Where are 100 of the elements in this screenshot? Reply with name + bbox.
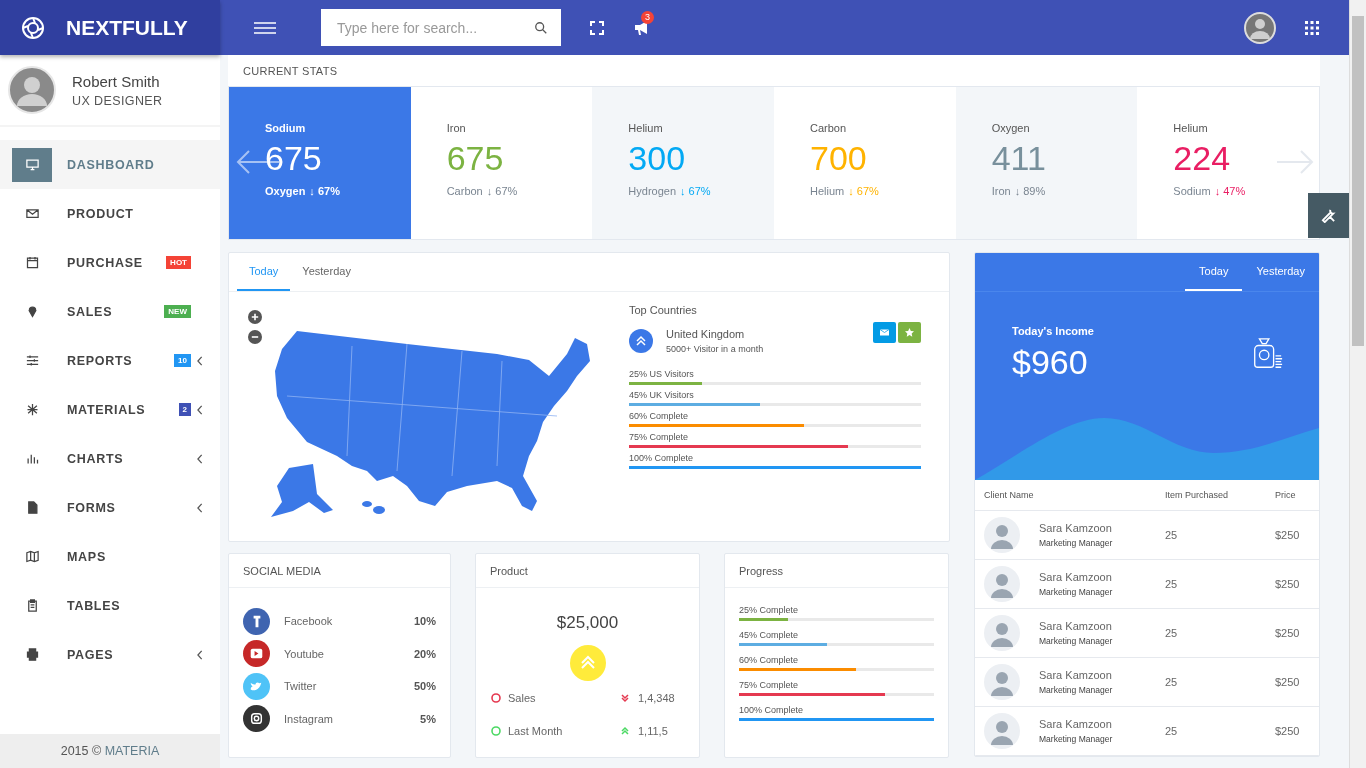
table-cell-text: 25 (1165, 725, 1179, 737)
country-name: United Kingdom (666, 328, 746, 340)
sidebar-item[interactable]: PRODUCT (0, 189, 220, 238)
social-percent: 10% (413, 615, 436, 628)
star-icon (905, 328, 914, 337)
sidebar-item[interactable]: FORMS (0, 483, 220, 532)
stat-card[interactable]: Oxygen 411 Iron ↓ 89% (955, 87, 1138, 239)
client-role: Marketing Manager (1039, 734, 1113, 744)
stat-sub-label: Iron (991, 185, 1011, 197)
search-field[interactable]: Type here for search... (321, 9, 561, 46)
client-name: Sara Kamzoon (1039, 620, 1113, 632)
stat-value: 675 (446, 139, 504, 177)
column-header: Client Name (984, 490, 1035, 500)
printer-icon (24, 647, 40, 662)
table-cell-text: 25 (1165, 529, 1179, 541)
stat-change: ↓ 67% (486, 185, 518, 197)
social-icon (243, 607, 270, 635)
table-cell-text: $250 (1275, 676, 1301, 688)
stat-label: Iron (446, 122, 467, 134)
stat-card[interactable]: Sodium 675 Oxygen ↓ 67% (229, 87, 411, 239)
zoom-in-button[interactable] (248, 310, 262, 324)
client-name: Sara Kamzoon (1039, 522, 1113, 534)
search-icon[interactable] (534, 21, 548, 35)
table-cell-text: $250 (1275, 725, 1301, 737)
stat-card[interactable]: Helium 300 Hydrogen ↓ 67% (592, 87, 774, 239)
copyright-text: 2015 © MATERIA (60, 744, 160, 758)
stat-value: 300 (628, 139, 686, 177)
wrench-icon (1321, 208, 1336, 223)
avatar-icon (984, 713, 1020, 749)
stat-value: 700 (810, 139, 867, 177)
client-name: Sara Kamzoon (1039, 718, 1113, 730)
sidebar-item[interactable]: MATERIALS 2 (0, 385, 220, 434)
social-name: Twitter (284, 680, 318, 693)
stat-label: Carbon (810, 122, 848, 134)
social-percent: 50% (413, 680, 436, 693)
product-value: 1,4,348 (638, 691, 676, 704)
apps-grid-icon[interactable] (1305, 20, 1319, 35)
social-percent: 20% (413, 647, 436, 660)
envelope-icon (880, 328, 889, 337)
zoom-out-button[interactable] (248, 330, 262, 344)
sidebar-item[interactable]: CHARTS (0, 434, 220, 483)
double-chevron-up-icon (629, 329, 653, 353)
product-amount: $25,000 (556, 613, 619, 633)
sidebar-item[interactable]: MAPS (0, 532, 220, 581)
scrollbar-thumb[interactable] (1352, 16, 1364, 346)
card-title: SOCIAL MEDIA (243, 564, 321, 577)
sidebar-item[interactable]: PAGES (0, 630, 220, 679)
tab[interactable]: Today (1185, 253, 1243, 291)
stat-label: Sodium (265, 122, 307, 134)
footer-link[interactable]: MATERIA (104, 744, 160, 758)
menu-icon[interactable] (254, 20, 276, 35)
map-icon (24, 549, 40, 564)
scrollbar[interactable] (1349, 0, 1366, 768)
column-header: Price (1275, 490, 1297, 500)
plus-icon (251, 313, 259, 321)
table-cell-text: $250 (1275, 578, 1301, 590)
sidebar-item[interactable]: TABLES (0, 581, 220, 630)
stat-label: Oxygen (991, 122, 1031, 134)
user-name: Robert Smith (72, 72, 161, 90)
tab[interactable]: Yesterday (290, 253, 363, 291)
sidebar-item[interactable]: PURCHASE HOT (0, 238, 220, 287)
fullscreen-icon[interactable] (590, 20, 604, 35)
double-chevron-down-icon (620, 692, 630, 703)
stat-change: ↓ 67% (848, 185, 879, 197)
product-label: Sales (508, 691, 537, 704)
play-icon (243, 640, 270, 668)
stat-label: Helium (628, 122, 664, 134)
sidebar-item[interactable]: REPORTS 10 (0, 336, 220, 385)
sliders-icon (24, 353, 40, 368)
tools-button[interactable] (1308, 193, 1349, 238)
bird-icon (243, 672, 270, 700)
avatar-icon (984, 566, 1020, 602)
double-chevron-up-icon (620, 725, 630, 736)
client-role: Marketing Manager (1039, 587, 1113, 597)
avatar-icon[interactable] (1244, 11, 1276, 44)
bar-label: 75% Complete (629, 432, 690, 442)
sidebar-item[interactable]: SALES NEW (0, 287, 220, 336)
sidebar-item[interactable]: DASHBOARD (0, 140, 220, 189)
bar-label: 25% US Visitors (629, 369, 695, 379)
bar-label: 25% Complete (739, 605, 800, 615)
brand-name: NEXTFULLY (66, 15, 188, 40)
column-header: Item Purchased (1165, 490, 1230, 500)
avatar-icon (984, 664, 1020, 700)
table-cell-text: 25 (1165, 578, 1179, 590)
mail-button[interactable] (873, 322, 896, 343)
client-name: Sara Kamzoon (1039, 571, 1113, 583)
client-role: Marketing Manager (1039, 636, 1113, 646)
stat-value: 224 (1173, 139, 1231, 177)
avatar-icon (8, 66, 56, 114)
stat-sub-label: Carbon (446, 185, 483, 197)
tab[interactable]: Yesterday (1242, 253, 1319, 291)
table-cell-text: $250 (1275, 627, 1301, 639)
client-role: Marketing Manager (1039, 685, 1113, 695)
stat-value: 411 (991, 139, 1046, 177)
table-cell-text: 25 (1165, 627, 1179, 639)
section-title: CURRENT STATS (243, 64, 338, 77)
star-button[interactable] (898, 322, 921, 343)
bar-label: 45% Complete (739, 630, 800, 640)
bar-label: 45% UK Visitors (629, 390, 695, 400)
stat-value: 675 (265, 139, 322, 177)
